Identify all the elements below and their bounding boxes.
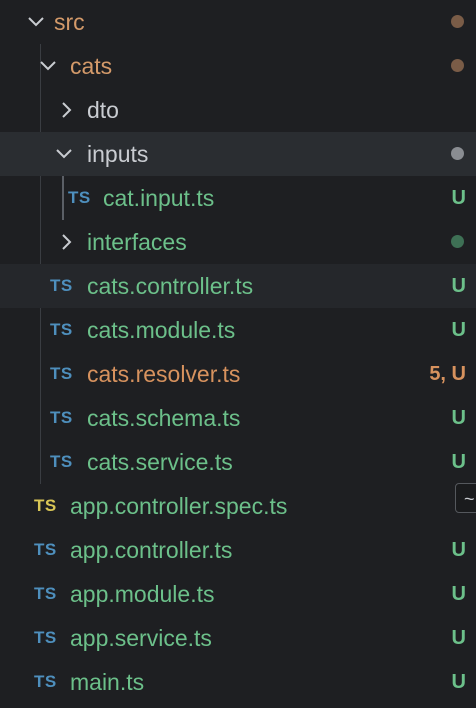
- file-app-controller-ts[interactable]: TS app.controller.ts U: [0, 528, 476, 572]
- folder-label: dto: [87, 97, 119, 123]
- file-app-module-ts[interactable]: TS app.module.ts U: [0, 572, 476, 616]
- folder-label: inputs: [87, 141, 149, 167]
- chevron-down-icon: [26, 12, 46, 32]
- typescript-test-file-icon: TS: [34, 496, 57, 515]
- typescript-file-icon: TS: [50, 364, 73, 383]
- folder-interfaces[interactable]: interfaces: [0, 220, 476, 264]
- git-status-badge: U: [451, 319, 466, 341]
- file-label: cats.resolver.ts: [87, 361, 241, 387]
- git-status-badge: U: [451, 539, 466, 561]
- folder-inputs[interactable]: inputs: [0, 132, 476, 176]
- status-dot-icon: [451, 147, 464, 160]
- file-label: app.controller.spec.ts: [70, 493, 288, 519]
- typescript-file-icon: TS: [50, 408, 73, 427]
- hover-tooltip: ~: [455, 483, 476, 513]
- file-label: app.module.ts: [70, 581, 215, 607]
- file-cats-service-ts[interactable]: TS cats.service.ts U: [0, 440, 476, 484]
- chevron-right-icon: [56, 232, 76, 252]
- typescript-file-icon: TS: [50, 452, 73, 471]
- file-main-ts[interactable]: TS main.ts U: [0, 660, 476, 704]
- status-dot-icon: [451, 235, 464, 248]
- folder-src[interactable]: src: [0, 0, 476, 44]
- file-cats-schema-ts[interactable]: TS cats.schema.ts U: [0, 396, 476, 440]
- git-status-badge: U: [451, 451, 466, 473]
- folder-label: cats: [70, 53, 113, 79]
- typescript-file-icon: TS: [34, 628, 57, 647]
- modified-dot-icon: [451, 15, 464, 28]
- chevron-down-icon: [38, 56, 58, 76]
- file-cats-controller-ts[interactable]: TS cats.controller.ts U: [0, 264, 476, 308]
- git-status-badge: U: [451, 627, 466, 649]
- file-label: app.service.ts: [70, 625, 212, 651]
- git-status-badge: U: [451, 671, 466, 693]
- git-status-badge: U: [451, 407, 466, 429]
- folder-label: src: [54, 9, 85, 35]
- file-label: cats.controller.ts: [87, 273, 254, 299]
- file-cats-resolver-ts[interactable]: TS cats.resolver.ts 5, U: [0, 352, 476, 396]
- folder-cats[interactable]: cats: [0, 44, 476, 88]
- file-explorer-tree: src cats dto inputs TS cat.input.ts U in…: [0, 0, 476, 708]
- chevron-right-icon: [56, 100, 76, 120]
- typescript-file-icon: TS: [68, 188, 91, 207]
- file-label: main.ts: [70, 669, 145, 695]
- file-cat-input-ts[interactable]: TS cat.input.ts U: [0, 176, 476, 220]
- git-status-badge: 5, U: [429, 363, 466, 385]
- file-label: cats.schema.ts: [87, 405, 241, 431]
- file-label: cats.service.ts: [87, 449, 233, 475]
- typescript-file-icon: TS: [34, 672, 57, 691]
- typescript-file-icon: TS: [34, 540, 57, 559]
- file-label: cat.input.ts: [103, 185, 215, 211]
- modified-dot-icon: [451, 59, 464, 72]
- folder-label: interfaces: [87, 229, 187, 255]
- chevron-down-icon: [54, 144, 74, 164]
- typescript-file-icon: TS: [50, 276, 73, 295]
- file-label: cats.module.ts: [87, 317, 236, 343]
- typescript-file-icon: TS: [50, 320, 73, 339]
- file-app-controller-spec-ts[interactable]: TS app.controller.spec.ts: [0, 484, 476, 528]
- git-status-badge: U: [451, 583, 466, 605]
- folder-dto[interactable]: dto: [0, 88, 476, 132]
- git-status-badge: U: [451, 187, 466, 209]
- file-cats-module-ts[interactable]: TS cats.module.ts U: [0, 308, 476, 352]
- file-label: app.controller.ts: [70, 537, 233, 563]
- git-status-badge: U: [451, 275, 466, 297]
- file-app-service-ts[interactable]: TS app.service.ts U: [0, 616, 476, 660]
- typescript-file-icon: TS: [34, 584, 57, 603]
